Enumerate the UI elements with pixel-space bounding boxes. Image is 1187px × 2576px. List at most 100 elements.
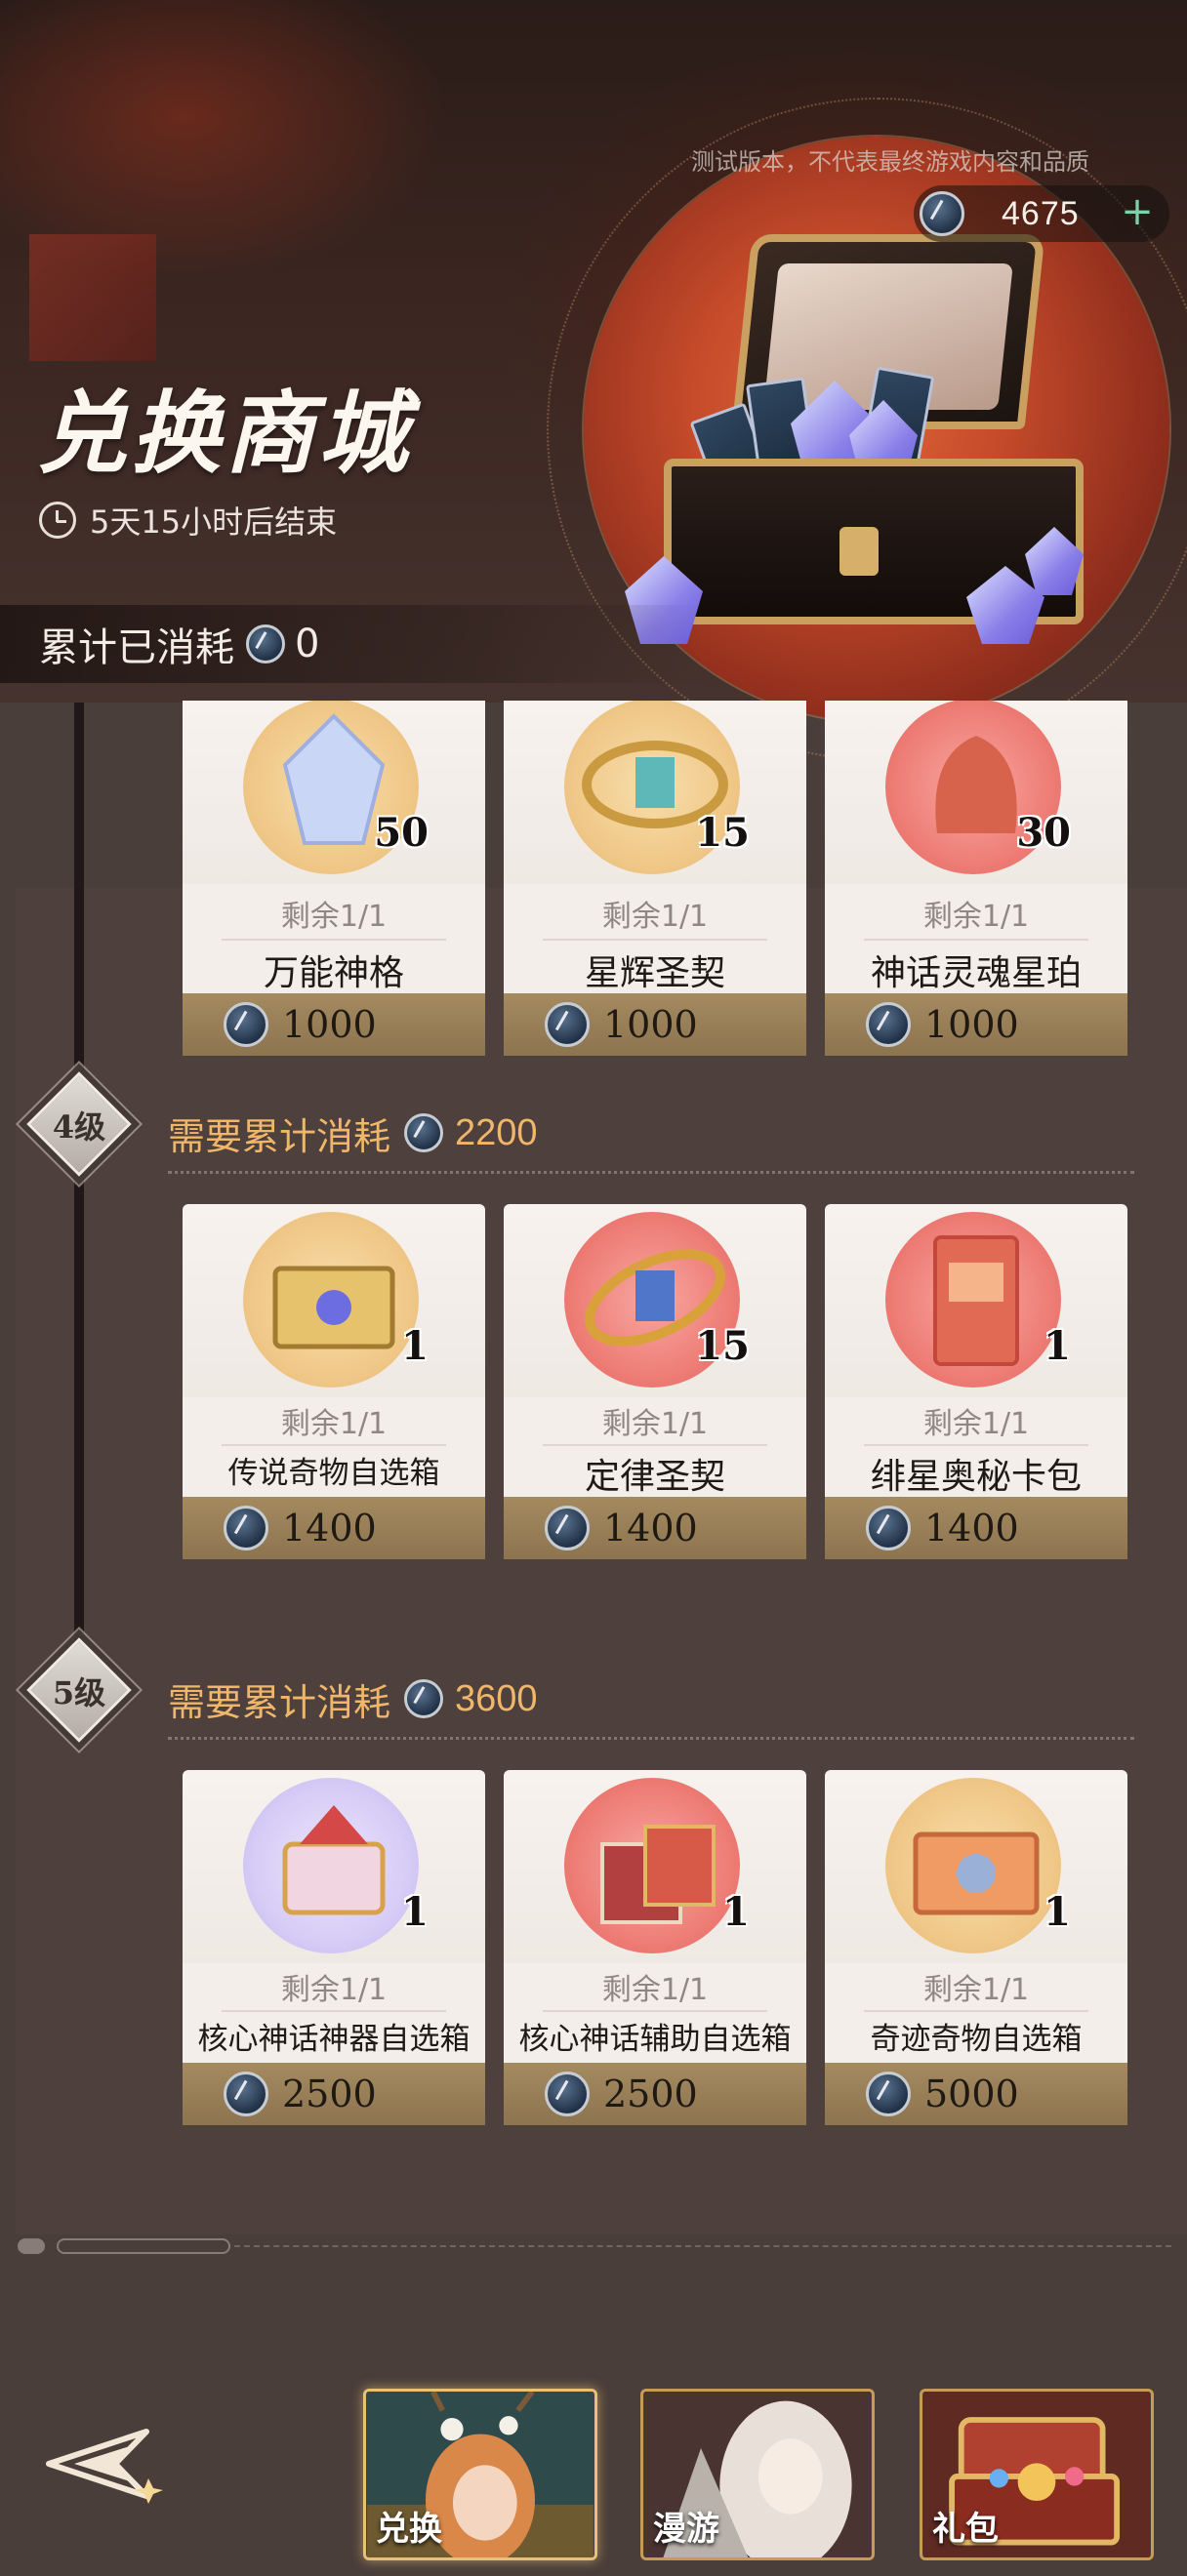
item-price: 1400	[924, 1507, 1019, 1550]
tab-roam[interactable]: 漫游	[640, 2389, 875, 2560]
item-quantity: 1	[1044, 1889, 1071, 1935]
item-image-area: 30	[825, 701, 1127, 884]
item-quantity: 1	[722, 1889, 750, 1935]
shop-item-card[interactable]: 1 剩余1/1 传说奇物自选箱 1400	[183, 1204, 485, 1594]
page-title: 兑换商城	[37, 381, 413, 486]
requirement-label: 需要累计消耗	[168, 1114, 391, 1158]
star-coin-icon	[404, 1113, 444, 1152]
shop-item-card[interactable]: 1 剩余1/1 核心神话神器自选箱 2500	[183, 1770, 485, 2160]
item-price: 1000	[282, 1003, 377, 1046]
tier-requirement: 需要累计消耗 2200	[168, 1108, 538, 1158]
star-coin-icon	[224, 1002, 268, 1047]
item-price-button[interactable]: 1400	[504, 1497, 806, 1559]
currency-display: 4675 +	[914, 185, 1169, 242]
card-divider	[222, 2010, 446, 2012]
countdown-text: 5天15小时后结束	[90, 503, 338, 541]
item-price-button[interactable]: 1000	[504, 993, 806, 1056]
item-image-area: 1	[825, 1204, 1127, 1397]
item-image-area: 15	[504, 701, 806, 884]
shop-item-card[interactable]: 15 剩余1/1 星辉圣契 1000	[504, 701, 806, 1091]
card-divider	[543, 939, 767, 941]
item-remaining: 剩余1/1	[922, 900, 1030, 934]
shop-item-card[interactable]: 15 剩余1/1 定律圣契 1400	[504, 1204, 806, 1594]
item-quantity: 50	[374, 810, 429, 856]
divider	[168, 1171, 1134, 1174]
item-quantity: 30	[1016, 810, 1071, 856]
card-divider	[864, 939, 1088, 941]
divider	[168, 1737, 1134, 1740]
item-remaining: 剩余1/1	[280, 1407, 388, 1441]
item-remaining: 剩余1/1	[922, 1973, 1030, 2007]
shop-item-card[interactable]: 50 剩余1/1 万能神格 1000	[183, 701, 485, 1091]
item-image-area: 1	[183, 1204, 485, 1397]
item-price: 2500	[603, 2073, 698, 2115]
accumulated-label: 累计已消耗	[39, 625, 234, 670]
item-image-area: 1	[183, 1770, 485, 1963]
item-remaining: 剩余1/1	[601, 900, 709, 934]
item-name: 定律圣契	[584, 1457, 725, 1497]
star-coin-icon	[224, 2072, 268, 2116]
tab-exchange[interactable]: 兑换	[363, 2389, 597, 2560]
item-remaining: 剩余1/1	[601, 1407, 709, 1441]
item-price: 1000	[924, 1003, 1019, 1046]
item-quantity: 1	[1044, 1323, 1071, 1369]
item-price-button[interactable]: 2500	[504, 2063, 806, 2125]
tier-requirement: 需要累计消耗 3600	[168, 1674, 538, 1724]
star-coin-icon	[224, 1506, 268, 1550]
star-coin-icon	[246, 624, 285, 664]
item-name: 核心神话神器自选箱	[197, 2022, 471, 2057]
item-price-button[interactable]: 5000	[825, 2063, 1127, 2125]
item-name: 奇迹奇物自选箱	[870, 2022, 1083, 2057]
accumulated-value: 0	[295, 622, 320, 666]
item-icon	[600, 1825, 716, 1924]
shop-item-card[interactable]: 1 剩余1/1 核心神话辅助自选箱 2500	[504, 1770, 806, 2160]
card-divider	[222, 939, 446, 941]
item-price: 1400	[282, 1507, 377, 1550]
star-coin-icon	[545, 1506, 590, 1550]
item-name: 万能神格	[263, 953, 404, 993]
star-coin-icon	[866, 1002, 911, 1047]
requirement-value: 2200	[455, 1111, 538, 1153]
disclaimer-text: 测试版本，不代表最终游戏内容和品质	[691, 148, 1089, 176]
item-quantity: 1	[401, 1323, 429, 1369]
tab-label: 礼包	[932, 2510, 999, 2549]
star-coin-icon	[866, 1506, 911, 1550]
item-price-button[interactable]: 1000	[825, 993, 1127, 1056]
item-price-button[interactable]: 1400	[825, 1497, 1127, 1559]
shop-item-card[interactable]: 30 剩余1/1 神话灵魂星珀 1000	[825, 701, 1127, 1091]
item-image-area: 1	[504, 1770, 806, 1963]
back-button[interactable]	[39, 2420, 166, 2508]
item-price-button[interactable]: 1000	[183, 993, 485, 1056]
star-coin-icon	[920, 191, 964, 236]
requirement-label: 需要累计消耗	[168, 1680, 391, 1724]
item-icon	[272, 1266, 395, 1349]
currency-amount: 4675	[1002, 194, 1080, 232]
item-image-area: 50	[183, 701, 485, 884]
item-icon	[933, 1235, 1019, 1366]
event-countdown: 5天15小时后结束	[39, 498, 337, 543]
item-icon	[282, 1805, 386, 1915]
card-divider	[864, 1444, 1088, 1446]
level-marker-4: 4级	[24, 1069, 134, 1179]
tab-label: 漫游	[653, 2510, 719, 2549]
card-divider	[864, 2010, 1088, 2012]
item-image-area: 15	[504, 1204, 806, 1397]
clock-icon	[39, 502, 76, 539]
add-currency-button[interactable]: +	[1119, 192, 1156, 232]
item-price-button[interactable]: 2500	[183, 2063, 485, 2125]
item-price-button[interactable]: 1400	[183, 1497, 485, 1559]
card-divider	[222, 1444, 446, 1446]
requirement-value: 3600	[455, 1677, 538, 1719]
item-price: 1000	[603, 1003, 698, 1046]
tier-timeline	[74, 703, 84, 1688]
level-marker-5: 5级	[24, 1635, 134, 1745]
shop-item-card[interactable]: 1 剩余1/1 绯星奥秘卡包 1400	[825, 1204, 1127, 1594]
tab-gift-pack[interactable]: 礼包	[920, 2389, 1154, 2560]
item-remaining: 剩余1/1	[922, 1407, 1030, 1441]
accumulated-spend-bar: 累计已消耗 0	[0, 605, 703, 683]
card-divider	[543, 2010, 767, 2012]
item-icon	[913, 1831, 1040, 1915]
tab-label: 兑换	[376, 2510, 442, 2549]
star-coin-icon	[866, 2072, 911, 2116]
shop-item-card[interactable]: 1 剩余1/1 奇迹奇物自选箱 5000	[825, 1770, 1127, 2160]
